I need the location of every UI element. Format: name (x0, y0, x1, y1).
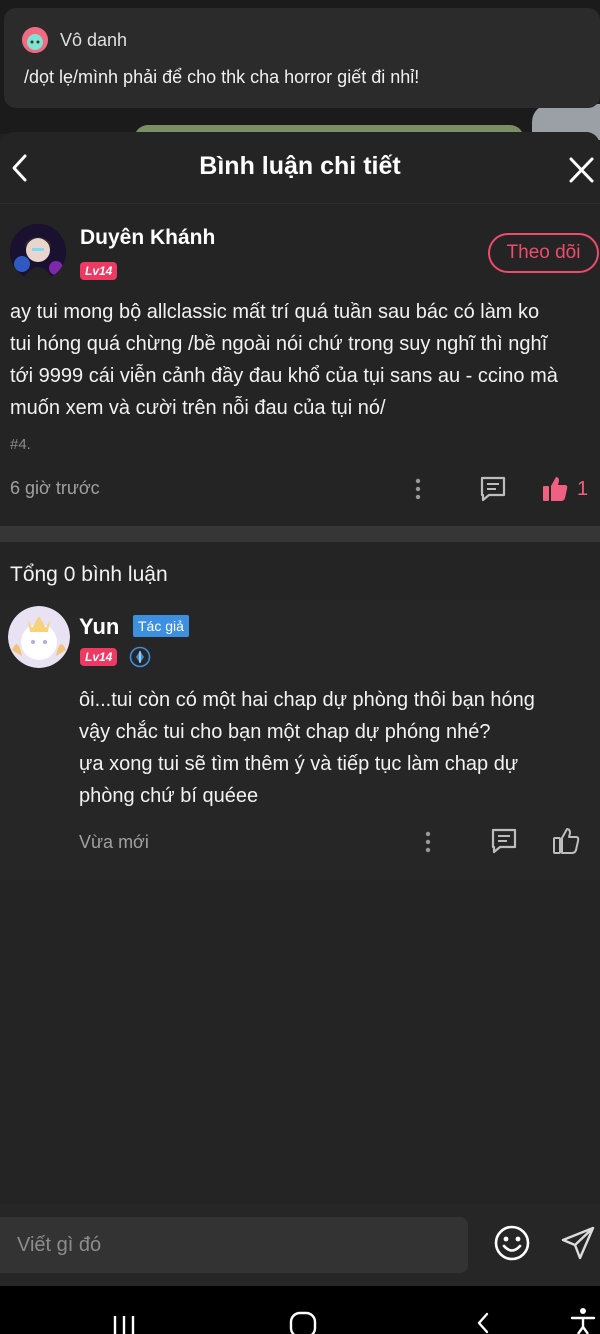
verified-icon (129, 646, 151, 668)
system-back-button[interactable] (470, 1310, 496, 1334)
timestamp: Vừa mới (79, 832, 149, 852)
accessibility-button[interactable] (568, 1306, 598, 1334)
comment-icon (480, 476, 506, 502)
author-badge: Tác giả (133, 615, 189, 637)
comment-line: tui hóng quá chừng /bề ngoài nói chứ tro… (10, 333, 548, 355)
close-button[interactable] (566, 154, 596, 186)
thumbs-up-icon (543, 477, 568, 501)
like-button[interactable] (540, 474, 570, 504)
recent-apps-button[interactable] (110, 1310, 140, 1334)
send-button[interactable] (560, 1225, 596, 1261)
home-button[interactable] (288, 1310, 318, 1334)
comment-line: muốn xem và cười trên nỗi đau của tụi nó… (10, 397, 386, 419)
avatar[interactable] (10, 224, 66, 280)
avatar[interactable] (8, 606, 70, 668)
like-button[interactable] (551, 826, 581, 856)
more-vertical-icon (425, 831, 431, 853)
comment-body: ay tui mong bộ allclassic mất trí quá tu… (10, 296, 598, 424)
page-title: Bình luận chi tiết (199, 152, 401, 180)
comment-line: vậy chắc tui cho bạn một chap dự phóng n… (79, 721, 491, 743)
comment-input[interactable] (0, 1217, 468, 1273)
chapter-tag: #4. (10, 436, 31, 453)
total-comments: Tổng 0 bình luận (10, 563, 168, 586)
notification-avatar (22, 27, 48, 53)
notification-toast[interactable] (4, 8, 600, 108)
reply-button[interactable] (489, 826, 519, 856)
notification-sender: Vô danh (60, 30, 128, 50)
username[interactable]: Duyên Khánh (80, 226, 215, 250)
emoji-icon (494, 1225, 530, 1261)
username[interactable]: Yun (79, 614, 119, 640)
thumbs-up-icon (553, 828, 580, 854)
home-icon (289, 1311, 317, 1334)
comment-line: ựa xong tui sẽ tìm thêm ý và tiếp tục là… (79, 753, 519, 775)
recent-apps-icon (113, 1316, 135, 1334)
close-icon (569, 157, 594, 183)
send-icon (561, 1226, 595, 1260)
more-vertical-icon (415, 478, 421, 500)
timestamp: 6 giờ trước (10, 478, 100, 498)
comment-line: ay tui mong bộ allclassic mất trí quá tu… (10, 301, 540, 323)
more-options-button[interactable] (420, 829, 436, 855)
level-badge: Lv14 (80, 262, 118, 280)
notification-message: /dọt lẹ/mình phải để cho thk cha horror … (24, 67, 420, 87)
comment-line: ôi...tui còn có một hai chap dự phòng th… (79, 689, 535, 711)
comment-line: phòng chứ bí quéee (79, 785, 259, 807)
comment-line: tới 9999 cái viễn cảnh đầy đau khổ của t… (10, 365, 558, 387)
more-options-button[interactable] (410, 476, 426, 502)
follow-button[interactable]: Theo dõi (488, 233, 599, 273)
accessibility-icon (570, 1308, 596, 1334)
chevron-left-icon (477, 1312, 489, 1334)
like-count: 1 (577, 478, 589, 500)
level-badge: Lv14 (80, 648, 118, 666)
emoji-button[interactable] (493, 1224, 531, 1262)
section-divider (0, 526, 600, 542)
comment-body: ôi...tui còn có một hai chap dự phòng th… (79, 684, 594, 812)
comment-icon (491, 828, 517, 854)
reply-button[interactable] (478, 474, 508, 504)
